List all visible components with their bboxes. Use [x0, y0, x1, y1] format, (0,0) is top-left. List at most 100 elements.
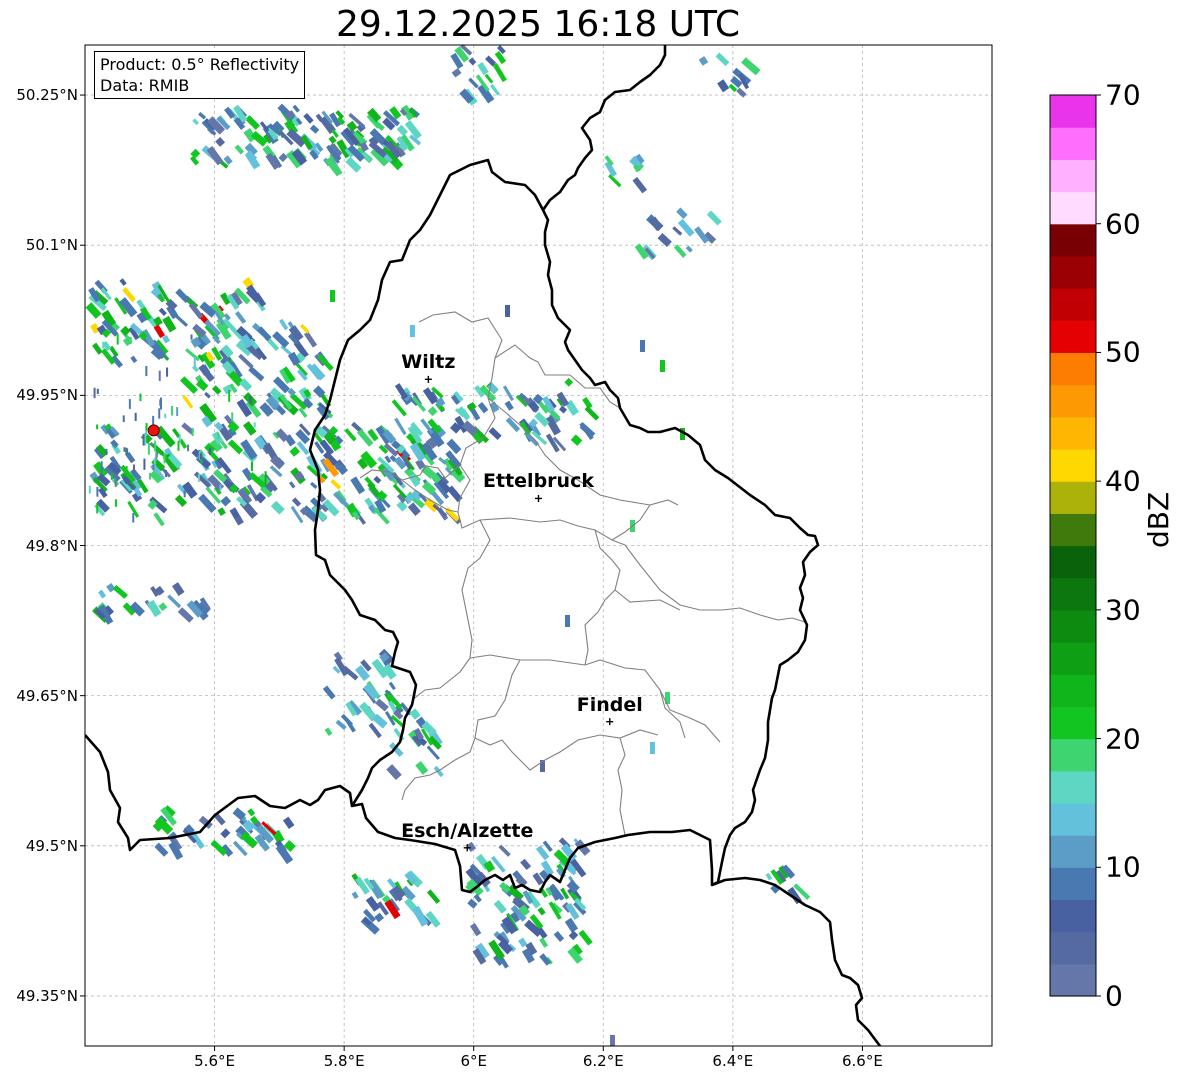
- echo-cell: [42, 416, 44, 421]
- city-label: Wiltz: [401, 351, 456, 374]
- city-label: Findel: [576, 693, 643, 716]
- echo-cell: [145, 365, 148, 377]
- echo-cell: [469, 922, 482, 937]
- colorbar-segment: [1050, 159, 1096, 193]
- echo-cell: [324, 727, 333, 736]
- map-gridlines: [85, 45, 992, 1046]
- echo-cell: [330, 290, 335, 302]
- colorbar-segment: [1050, 642, 1096, 675]
- echo-cell: [92, 342, 103, 355]
- echo-cell: [158, 370, 161, 381]
- echo-cell: [142, 433, 145, 446]
- echo-cell: [123, 447, 126, 452]
- echo-cell: [717, 79, 730, 93]
- echo-cell: [215, 137, 226, 147]
- echo-cell: [217, 432, 220, 439]
- colorbar-tick-label: 10: [1105, 850, 1141, 884]
- echo-cell: [198, 112, 207, 120]
- echo-cell: [322, 685, 336, 700]
- colorbar-segment: [1050, 416, 1096, 450]
- echo-cell: [160, 397, 163, 410]
- echo-cell: [309, 124, 320, 134]
- data-source-label: Data: RMIB: [100, 76, 190, 95]
- echo-cell: [152, 464, 155, 471]
- y-tick-label: 50.25°N: [16, 86, 78, 105]
- colorbar-tick-label: 70: [1105, 78, 1141, 112]
- echo-cell: [220, 828, 231, 839]
- y-tick-label: 50.1°N: [25, 236, 78, 255]
- echo-cell: [69, 471, 71, 480]
- colorbar-segment: [1050, 770, 1096, 804]
- echo-cell: [685, 245, 693, 253]
- echo-cell: [209, 447, 212, 455]
- echo-cell: [490, 84, 501, 96]
- echo-cell: [197, 473, 200, 482]
- colorbar-segment: [1050, 577, 1096, 611]
- echo-cell: [303, 331, 318, 348]
- echo-cell: [488, 427, 502, 440]
- y-tick-label: 49.8°N: [25, 536, 78, 555]
- echo-cell: [96, 424, 99, 430]
- echo-cell: [238, 353, 254, 369]
- echo-cell: [477, 402, 489, 414]
- echo-cell: [116, 334, 119, 345]
- echo-cell: [60, 432, 62, 438]
- colorbar-segment: [1050, 867, 1096, 901]
- echo-cell: [608, 174, 622, 188]
- echo-cell: [129, 336, 132, 344]
- echo-cell: [610, 1035, 615, 1046]
- echo-cell: [373, 475, 382, 484]
- echo-cell: [344, 428, 357, 442]
- echo-cell: [187, 444, 190, 452]
- echo-cell: [164, 413, 167, 419]
- echo-cell: [147, 442, 150, 455]
- echo-cell: [640, 340, 645, 352]
- echo-cell: [168, 841, 184, 860]
- echo-cell: [565, 615, 570, 627]
- echo-cell: [299, 323, 310, 334]
- echo-cell: [477, 62, 489, 76]
- y-tick-label: 49.95°N: [16, 386, 78, 405]
- echo-cell: [212, 385, 222, 395]
- echo-cell: [139, 393, 142, 402]
- echo-cell: [174, 314, 189, 327]
- echo-cell: [279, 318, 289, 331]
- echo-cell: [248, 366, 265, 382]
- echo-cell: [350, 476, 366, 495]
- echo-cell: [706, 210, 722, 226]
- colorbar-segment: [1050, 191, 1096, 225]
- echo-cell: [310, 481, 318, 489]
- echo-cell: [176, 407, 179, 416]
- echo-cell: [82, 459, 84, 468]
- echo-cell: [204, 391, 211, 399]
- echo-cell: [199, 453, 202, 460]
- colorbar-segment: [1050, 609, 1096, 643]
- echo-cell: [100, 461, 103, 473]
- echo-cell: [249, 395, 252, 405]
- echo-cell: [96, 388, 99, 394]
- echo-cell: [247, 808, 256, 817]
- city-marker: [606, 718, 614, 726]
- echo-cell: [303, 112, 314, 124]
- echo-cell: [172, 582, 185, 596]
- echo-cell: [296, 441, 310, 456]
- echo-cell: [493, 899, 507, 914]
- echo-cell: [253, 422, 256, 428]
- colorbar-tick-label: 50: [1105, 335, 1141, 369]
- echo-cell: [765, 872, 773, 881]
- echo-cell: [433, 765, 444, 778]
- x-tick-label: 5.6°E: [194, 1052, 235, 1070]
- echo-cell: [182, 394, 194, 409]
- echo-cell: [58, 371, 60, 380]
- echo-cell: [98, 589, 107, 599]
- echo-cell: [468, 57, 477, 66]
- echo-cell: [502, 385, 514, 402]
- echo-cell: [388, 742, 404, 757]
- echo-cell: [553, 931, 565, 943]
- echo-cell: [672, 226, 683, 236]
- echo-cell: [227, 439, 244, 455]
- echo-cell: [120, 325, 131, 336]
- y-tick-label: 49.5°N: [25, 836, 78, 855]
- colorbar-segment: [1050, 384, 1096, 418]
- echo-cell: [504, 400, 514, 411]
